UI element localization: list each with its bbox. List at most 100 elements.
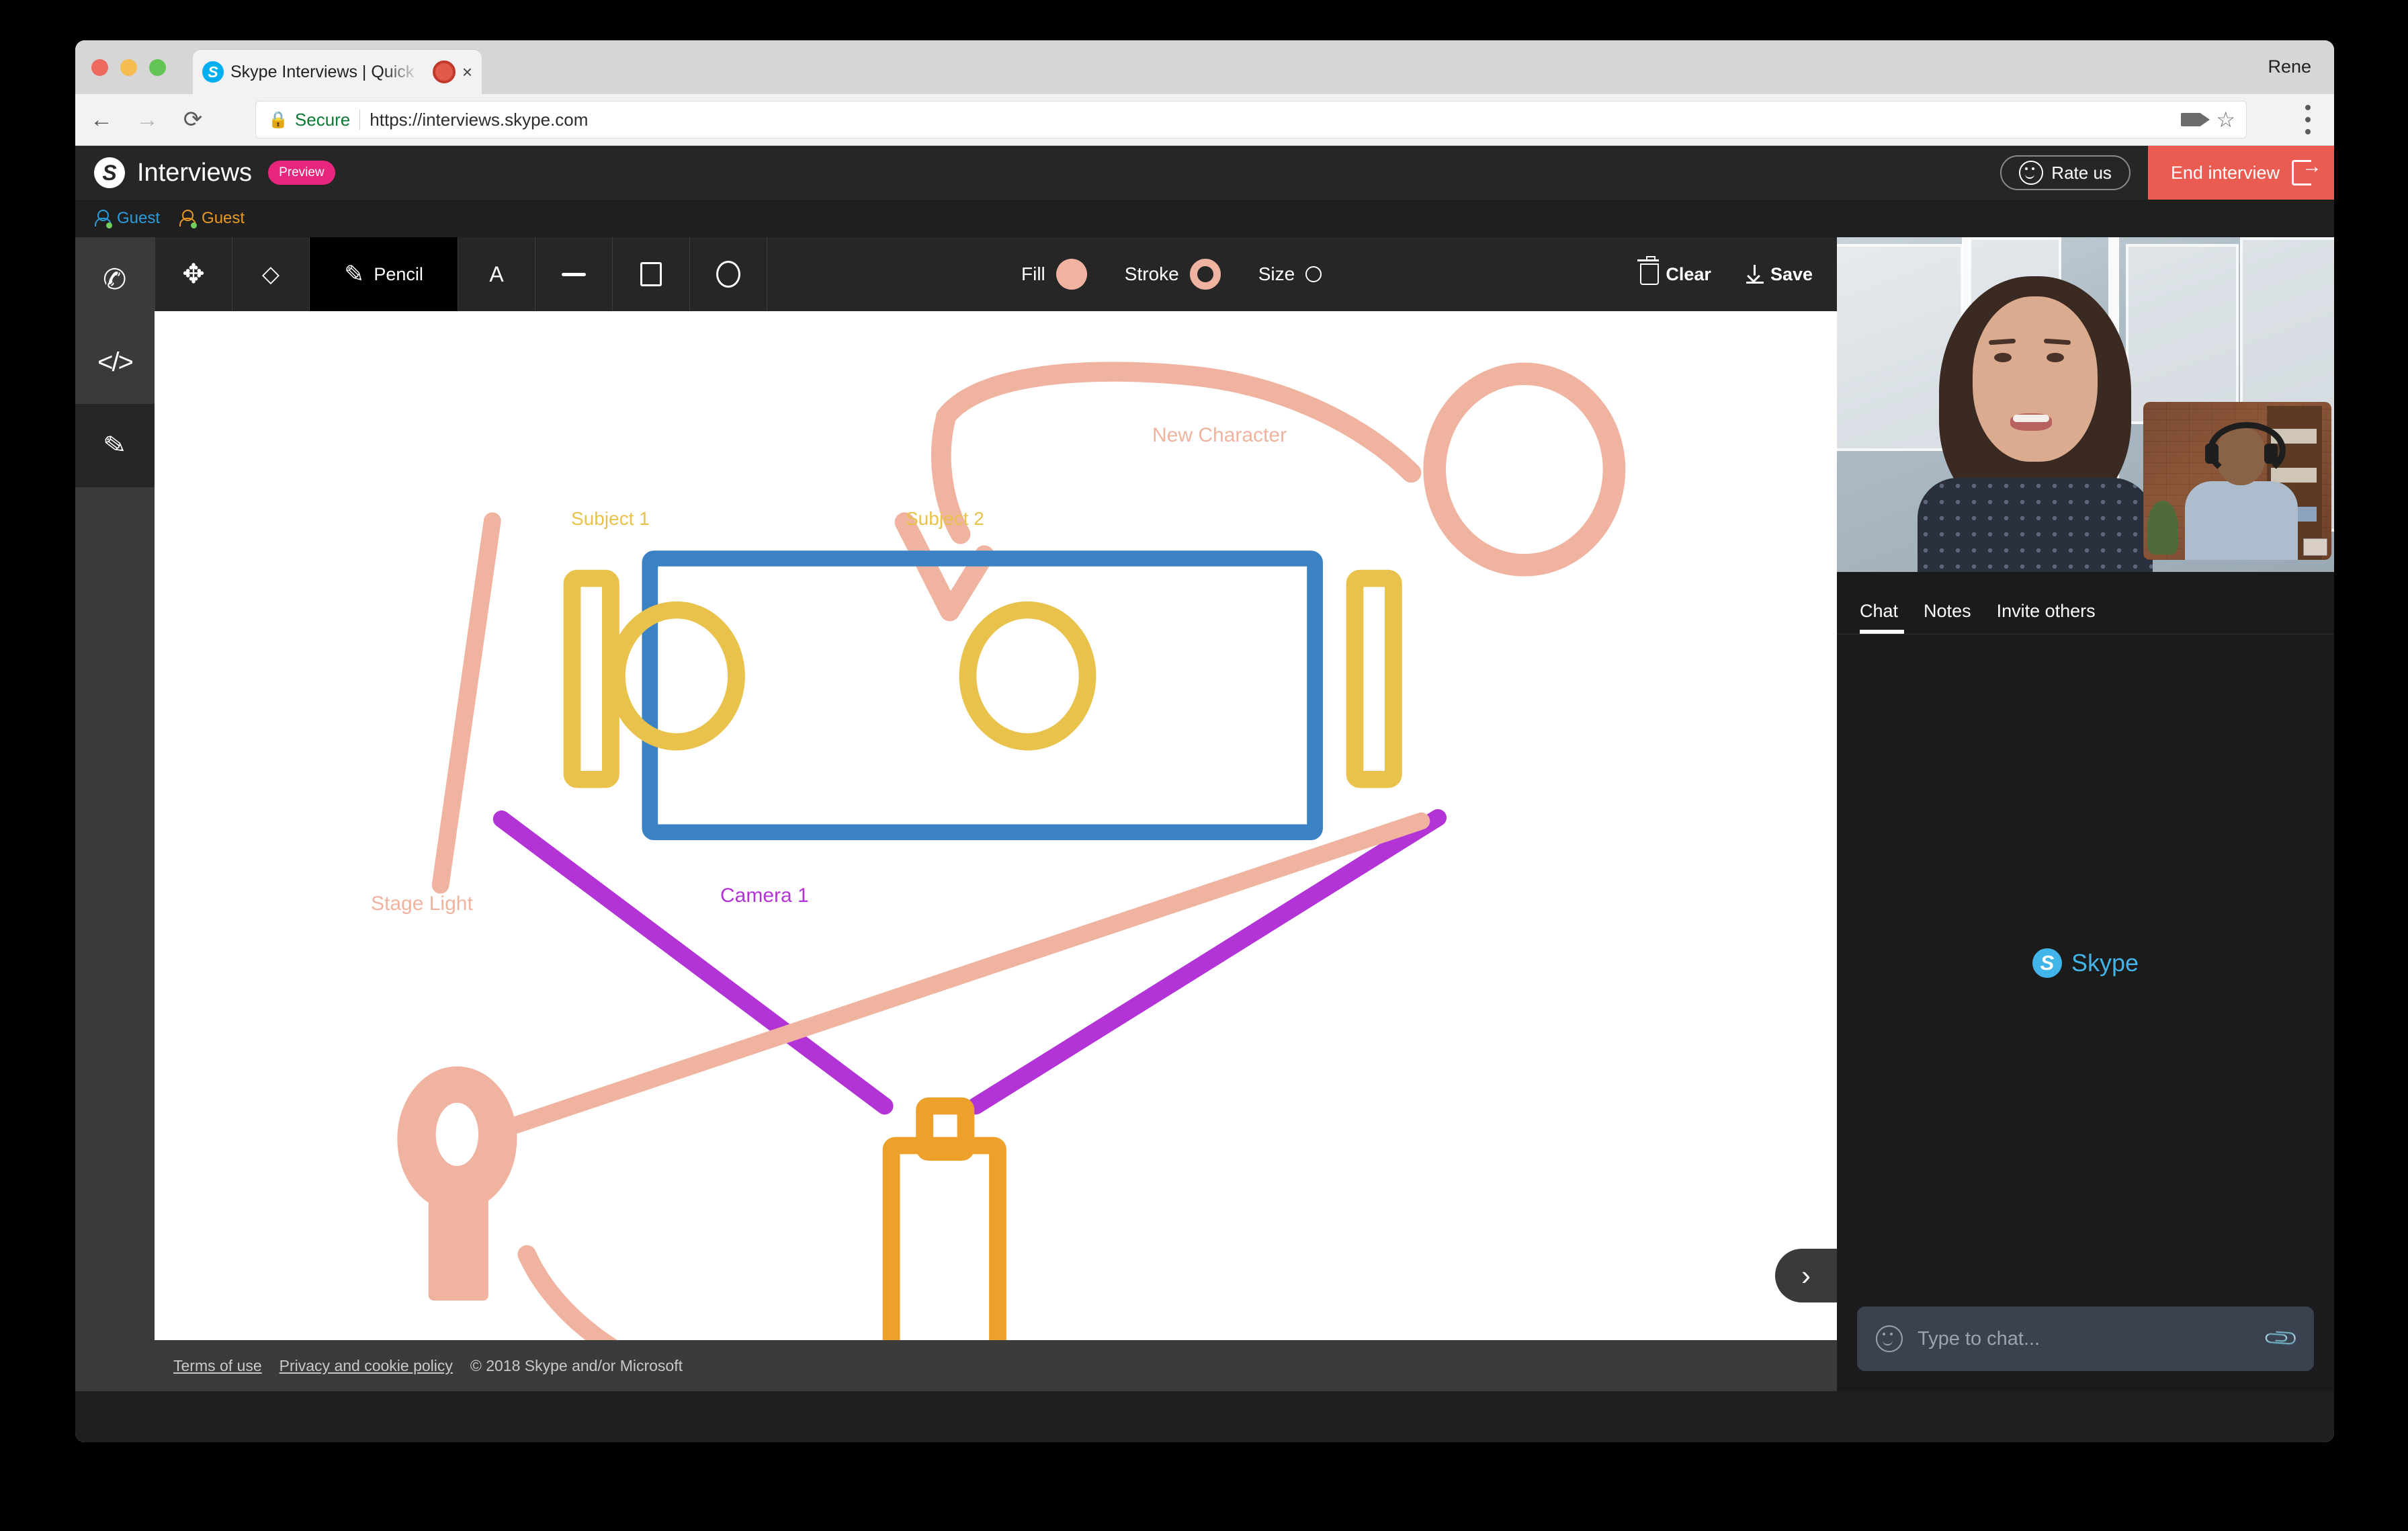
fill-color-swatch[interactable] [1056, 259, 1087, 290]
minimize-window-button[interactable] [120, 59, 137, 76]
camera-beam-right [967, 809, 1447, 1115]
window-controls [91, 59, 166, 76]
url-text: https://interviews.skype.com [370, 109, 589, 130]
omnibox-actions: ☆ [2181, 109, 2235, 130]
kebab-menu-icon[interactable] [2305, 105, 2311, 134]
browser-profile-name[interactable]: Rene [2268, 56, 2311, 77]
tool-rectangle[interactable] [613, 237, 690, 311]
light-beam-line [505, 812, 1430, 1134]
guest-2[interactable]: Guest [179, 209, 245, 229]
rail-item-whiteboard[interactable]: ✎ [75, 404, 155, 487]
rail-item-call[interactable]: ✆ [75, 237, 155, 321]
stage-light-post [428, 1188, 488, 1301]
download-icon [1746, 265, 1764, 284]
self-video-thumbnail[interactable] [2143, 402, 2331, 560]
preview-badge: Preview [268, 161, 335, 185]
back-button[interactable]: ← [82, 100, 121, 139]
skype-watermark-text: Skype [2071, 949, 2139, 977]
left-bar [563, 569, 619, 788]
label-camera1: Camera 1 [720, 884, 809, 907]
guest-1[interactable]: Guest [94, 209, 161, 229]
right-bar [1346, 569, 1402, 788]
clear-label: Clear [1666, 263, 1711, 284]
browser-tabstrip: S Skype Interviews | Quick an × Rene [75, 40, 2334, 94]
browser-tab[interactable]: S Skype Interviews | Quick an × [193, 50, 482, 94]
tab-notes[interactable]: Notes [1924, 601, 1971, 634]
phone-icon: ✆ [101, 261, 129, 296]
headset-earcup [2264, 444, 2278, 464]
headset-earcup [2205, 444, 2219, 464]
maximize-window-button[interactable] [149, 59, 166, 76]
chat-message-area: S Skype [1837, 634, 2334, 1292]
tool-line[interactable] [535, 237, 613, 311]
light-stand-line [431, 512, 501, 894]
video-main[interactable] [1837, 237, 2334, 572]
eraser-icon: ◇ [261, 261, 280, 287]
close-window-button[interactable] [91, 59, 108, 76]
forward-button[interactable]: → [128, 100, 167, 139]
star-icon[interactable]: ☆ [2216, 109, 2235, 130]
camera-body [882, 1136, 1006, 1340]
pip-plant [2147, 501, 2178, 554]
address-bar[interactable]: 🔒 Secure https://interviews.skype.com ☆ [255, 101, 2247, 138]
label-new-character: New Character [1152, 424, 1287, 446]
footer: Terms of use Privacy and cookie policy ©… [155, 1340, 1837, 1391]
reload-button[interactable]: ⟳ [173, 100, 212, 139]
lock-icon: 🔒 [268, 110, 288, 129]
tool-eraser[interactable]: ◇ [232, 237, 310, 311]
camera-icon[interactable] [2181, 113, 2210, 126]
label-stage-light: Stage Light [371, 893, 473, 915]
close-tab-icon[interactable]: × [462, 63, 472, 81]
arrow-stroke [935, 362, 1422, 483]
privacy-link[interactable]: Privacy and cookie policy [280, 1357, 453, 1375]
screen: S Skype Interviews | Quick an × Rene ← →… [0, 0, 2408, 1531]
clear-button[interactable]: Clear [1637, 256, 1711, 285]
end-interview-button[interactable]: End interview [2147, 146, 2334, 200]
whiteboard-canvas[interactable]: New Character Subject 1 Subject 2 Stage … [155, 311, 1837, 1340]
canvas-column: ✥ ◇ ✎ Pencil A Fill Stroke Size Clear Sa… [155, 237, 1837, 1391]
tool-pencil[interactable]: ✎ Pencil [310, 237, 458, 311]
pencil-icon: ✎ [344, 260, 365, 288]
participant-face [1973, 296, 2098, 462]
save-button[interactable]: Save [1746, 264, 1813, 285]
tool-move[interactable]: ✥ [155, 237, 232, 311]
tab-invite-others[interactable]: Invite others [1997, 601, 2096, 634]
guest-list: Guest Guest [75, 200, 2334, 237]
guest-1-label: Guest [117, 209, 161, 227]
remote-participant-video [1918, 264, 2153, 572]
rectangle-icon [640, 262, 662, 286]
chat-input[interactable]: Type to chat... 📎 [1857, 1307, 2314, 1371]
trash-icon [1637, 256, 1660, 285]
move-icon: ✥ [182, 259, 205, 289]
smiley-icon[interactable] [1876, 1325, 1903, 1352]
tab-title: Skype Interviews | Quick an [230, 62, 426, 81]
app-body: ✆ </> ✎ ✥ ◇ ✎ Pencil A Fill Stroke Size … [75, 237, 2334, 1391]
label-subject1: Subject 1 [571, 508, 650, 529]
subject1-circle [607, 601, 745, 751]
person-icon [179, 210, 198, 229]
stroke-label: Stroke [1124, 263, 1179, 284]
paperclip-icon[interactable]: 📎 [2262, 1319, 2300, 1358]
browser-window: S Skype Interviews | Quick an × Rene ← →… [75, 40, 2334, 1442]
terms-link[interactable]: Terms of use [173, 1357, 262, 1375]
tool-pencil-label: Pencil [374, 263, 423, 284]
drawing-toolbar: ✥ ◇ ✎ Pencil A Fill Stroke Size Clear Sa… [155, 237, 1837, 311]
size-label: Size [1258, 263, 1295, 284]
participant-eye [1994, 353, 2012, 362]
code-icon: </> [97, 347, 134, 377]
tab-chat[interactable]: Chat [1860, 601, 1905, 634]
app-logo: S Interviews Preview [94, 157, 335, 188]
tool-text[interactable]: A [458, 237, 535, 311]
size-swatch[interactable] [1305, 266, 1322, 282]
app-header: S Interviews Preview Rate us End intervi… [75, 146, 2334, 200]
brush-icon: ✎ [101, 429, 128, 462]
rate-us-button[interactable]: Rate us [2000, 155, 2131, 190]
tool-ellipse[interactable] [690, 237, 767, 311]
arrow-head [894, 512, 995, 622]
canvas-actions: Clear Save [1637, 237, 1813, 311]
collapse-panel-button[interactable]: › [1775, 1249, 1837, 1302]
rail-item-code[interactable]: </> [75, 321, 155, 404]
left-rail: ✆ </> ✎ [75, 237, 155, 1391]
fill-label: Fill [1021, 263, 1045, 284]
stroke-color-swatch[interactable] [1189, 259, 1221, 290]
